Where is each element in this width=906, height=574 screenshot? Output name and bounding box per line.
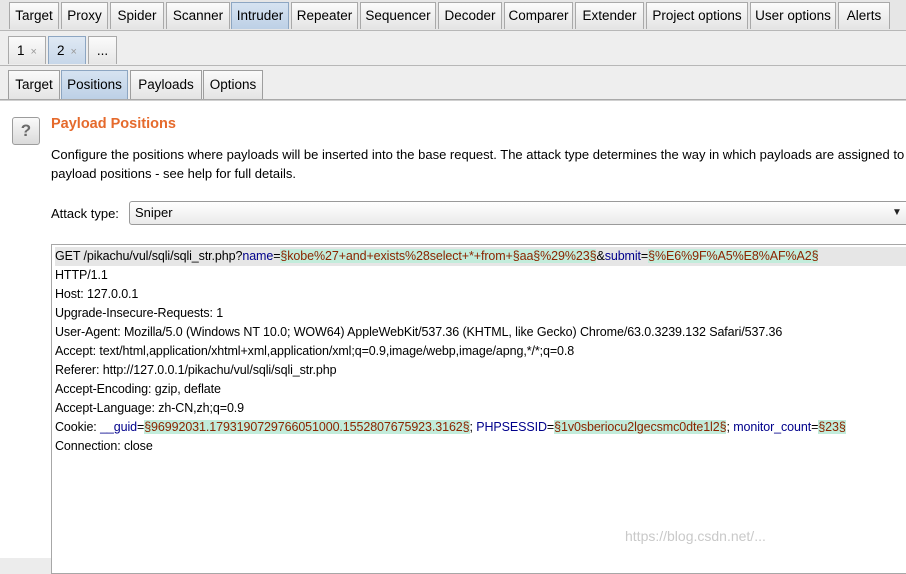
payload-marker: §96992031.1793190729766051000.1552807675… xyxy=(144,420,470,434)
request-text: GET /pikachu/vul/sqli/sqli_str.php? xyxy=(55,249,243,263)
request-line: GET /pikachu/vul/sqli/sqli_str.php?name=… xyxy=(55,247,906,266)
payload-marker: §23§ xyxy=(818,420,846,434)
attack-tab-label: 2 xyxy=(57,43,65,58)
help-icon[interactable]: ? xyxy=(12,117,40,145)
main-tab-bar: Target Proxy Spider Scanner Intruder Rep… xyxy=(0,0,906,31)
payload-marker: §1v0sberiocu2lgecsmc0dte1l2§ xyxy=(554,420,727,434)
request-line: Accept-Language: zh-CN,zh;q=0.9 xyxy=(55,401,245,415)
close-icon[interactable]: × xyxy=(31,46,37,58)
request-editor[interactable]: GET /pikachu/vul/sqli/sqli_str.php?name=… xyxy=(51,244,906,574)
attack-tab-label: 1 xyxy=(17,43,25,58)
request-line: Host: 127.0.0.1 xyxy=(55,287,139,301)
tab-payloads[interactable]: Payloads xyxy=(130,70,202,99)
intruder-sub-tab-bar: Target Positions Payloads Options xyxy=(0,66,906,100)
tab-sub-target[interactable]: Target xyxy=(8,70,60,99)
request-line: HTTP/1.1 xyxy=(55,268,108,282)
attack-tab-bar: 1 × 2 × ... xyxy=(0,31,906,66)
request-line: Upgrade-Insecure-Requests: 1 xyxy=(55,306,224,320)
param-name: submit xyxy=(604,249,641,263)
close-icon[interactable]: × xyxy=(71,46,77,58)
tab-scanner[interactable]: Scanner xyxy=(166,2,230,29)
request-text: & xyxy=(596,249,605,263)
payload-marker: §kobe%27+and+exists%28select+*+from+§aa§… xyxy=(280,249,597,263)
new-attack-tab[interactable]: ... xyxy=(88,36,117,64)
section-title: Payload Positions xyxy=(51,116,176,132)
request-text: Cookie: xyxy=(55,420,101,434)
request-line: Cookie: __guid=§96992031.179319072976605… xyxy=(55,418,906,437)
description-line: payload positions - see help for full de… xyxy=(51,166,296,181)
tab-repeater[interactable]: Repeater xyxy=(291,2,358,29)
tab-decoder[interactable]: Decoder xyxy=(438,2,502,29)
tab-alerts[interactable]: Alerts xyxy=(838,2,890,29)
tab-project-options[interactable]: Project options xyxy=(646,2,748,29)
param-name: PHPSESSID xyxy=(476,420,547,434)
request-line: Connection: close xyxy=(55,439,153,453)
watermark: https://blog.csdn.net/... xyxy=(625,528,766,544)
tab-spider[interactable]: Spider xyxy=(110,2,164,29)
tab-proxy[interactable]: Proxy xyxy=(61,2,108,29)
request-line: Accept-Encoding: gzip, deflate xyxy=(55,382,221,396)
attack-tab-1[interactable]: 1 × xyxy=(8,36,46,64)
attack-type-value: Sniper xyxy=(135,205,173,220)
tab-comparer[interactable]: Comparer xyxy=(504,2,573,29)
tab-user-options[interactable]: User options xyxy=(750,2,836,29)
request-line: Accept: text/html,application/xhtml+xml,… xyxy=(55,344,575,358)
positions-panel: ? Payload Positions Configure the positi… xyxy=(0,100,906,574)
chevron-down-icon[interactable]: ▼ xyxy=(890,202,904,224)
payload-marker: §%E6%9F%A5%E8%AF%A2§ xyxy=(648,249,819,263)
tab-positions[interactable]: Positions xyxy=(61,70,128,99)
tab-sequencer[interactable]: Sequencer xyxy=(360,2,436,29)
attack-type-label: Attack type: xyxy=(51,206,119,221)
param-name: __guid xyxy=(100,420,137,434)
tab-options[interactable]: Options xyxy=(203,70,263,99)
tab-target[interactable]: Target xyxy=(9,2,59,29)
param-name: name xyxy=(242,249,274,263)
param-name: monitor_count xyxy=(733,420,812,434)
description-line: Configure the positions where payloads w… xyxy=(51,147,905,162)
tab-intruder[interactable]: Intruder xyxy=(231,2,289,29)
attack-tab-2[interactable]: 2 × xyxy=(48,36,86,64)
tab-extender[interactable]: Extender xyxy=(575,2,644,29)
request-line: User-Agent: Mozilla/5.0 (Windows NT 10.0… xyxy=(55,325,783,339)
request-line: Referer: http://127.0.0.1/pikachu/vul/sq… xyxy=(55,363,337,377)
attack-type-select[interactable]: Sniper ▼ xyxy=(129,201,906,225)
section-description: Configure the positions where payloads w… xyxy=(51,145,906,183)
